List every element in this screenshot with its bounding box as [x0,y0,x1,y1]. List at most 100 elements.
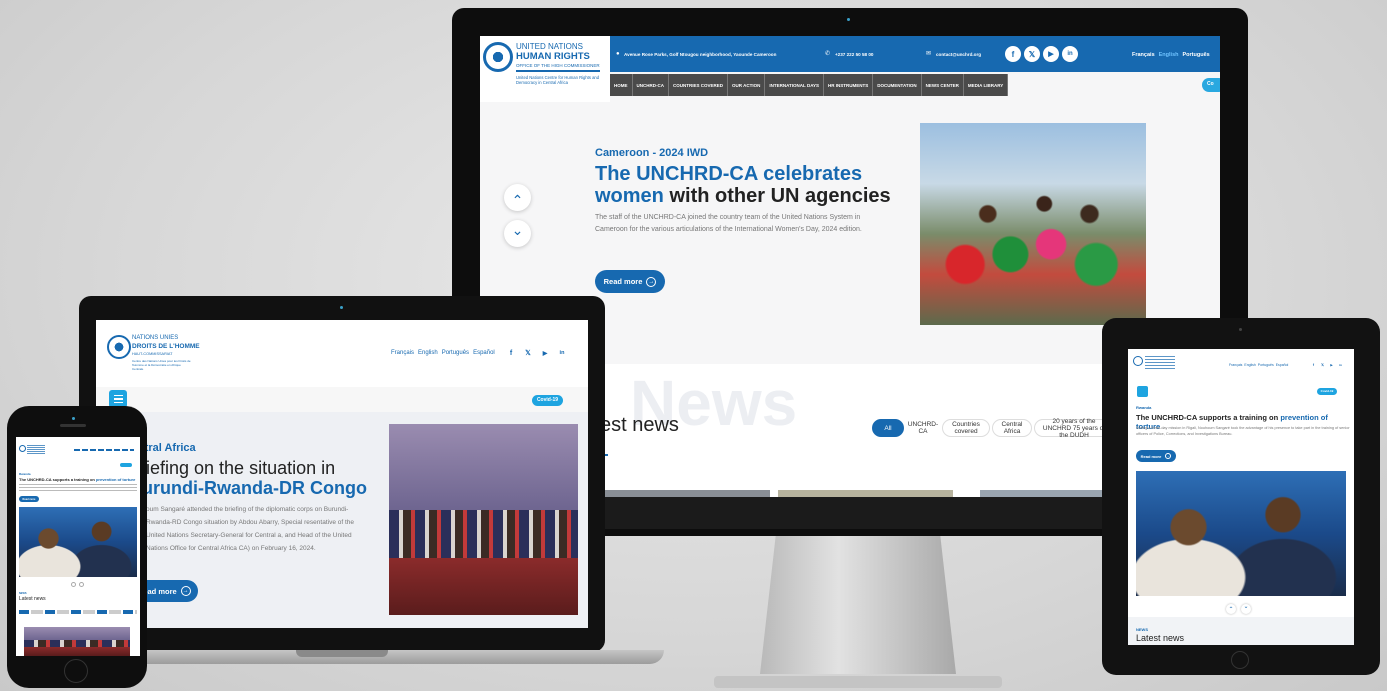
laptop-x-icon[interactable]: 𝕏 [521,346,535,360]
phone-hero-photo [19,507,137,577]
phone-covid-button[interactable] [120,463,132,467]
laptop-youtube-icon[interactable]: ▶ [538,346,552,360]
logo-block[interactable]: UNITED NATIONS HUMAN RIGHTS OFFICE OF TH… [480,36,610,102]
x-icon[interactable]: 𝕏 [1024,46,1040,62]
phone-read-more-button[interactable]: Read more [19,496,39,502]
tablet-linkedin-icon[interactable]: in [1337,361,1344,368]
laptop-arrow-circle-icon: → [180,586,191,596]
tablet-title-dark: The UNCHRD-CA supports a training on [1136,413,1279,422]
phone-home-button[interactable] [64,659,88,683]
lang-english[interactable]: English [1159,52,1179,58]
slider-up-button[interactable]: ⌃ [504,184,531,211]
hero-body: The staff of the UNCHRD-CA joined the co… [595,214,862,233]
laptop-logo-line1: NATIONS UNIES [132,335,179,341]
facebook-icon[interactable]: f [1005,46,1021,62]
filter-countries-covered[interactable]: Countries covered [942,419,990,437]
tablet-youtube-icon[interactable]: ▶ [1328,361,1335,368]
nav-news-center[interactable]: NEWS CENTER [921,74,964,96]
laptop-read-more-label: ead more [143,586,177,596]
slider-down-button[interactable]: ⌄ [504,220,531,247]
news-filters: All UNCHRD-CA Countries covered Central … [872,418,1114,439]
covid-button[interactable]: Co [1202,78,1220,92]
laptop-language-switcher: Français English Português Español [391,350,495,356]
laptop-lang-french[interactable]: Français [391,350,414,356]
tablet-up-button[interactable]: ⌃ [1226,604,1236,614]
nav-hr-instruments[interactable]: HR INSTRUMENTS [824,74,874,96]
hero-photo [920,123,1146,325]
tablet-x-icon[interactable]: 𝕏 [1319,361,1326,368]
phone-kicker: Rwanda [19,472,31,476]
laptop-logo-line2: DROITS DE L'HOMME [132,343,200,350]
nav-media-library[interactable]: MEDIA LIBRARY [963,74,1009,96]
tablet-camera [1239,328,1242,331]
laptop-lang-spanish[interactable]: Español [473,350,495,356]
news-heading: est news [600,414,679,436]
laptop-menu-bar [96,387,588,412]
tablet-news-heading: Latest news [1136,633,1185,643]
logo-line1: UNITED NATIONS [516,42,583,51]
laptop-linkedin-icon[interactable]: in [555,346,569,360]
phone-body-text [19,484,137,491]
laptop-facebook-icon[interactable]: f [504,346,518,360]
linkedin-icon[interactable]: in [1062,46,1078,62]
un-emblem-icon [483,42,513,72]
lang-french[interactable]: Français [1132,52,1155,58]
laptop-hero-photo [389,424,578,615]
tablet-home-button[interactable] [1231,651,1249,669]
address-icon: ● [616,51,620,57]
phone-news-filters[interactable] [19,610,137,614]
tablet-kicker: Rwanda [1136,405,1152,410]
tablet-hero-photo [1136,471,1346,596]
phone-up-button[interactable] [71,582,76,587]
laptop-lang-english[interactable]: English [418,350,438,356]
nav-unchrd-ca[interactable]: UNCHRD-CA [632,74,669,96]
hero-read-more-label: Read more [603,277,643,286]
tablet-read-more-button[interactable]: Read more → [1136,450,1176,462]
tablet-screen: Français English Português Español f 𝕏 ▶… [1128,349,1354,645]
tablet-arrow-circle-icon: → [1165,453,1172,459]
phone-text: +237 222 50 58 00 [835,52,874,57]
laptop-camera [340,306,343,309]
phone-logo-block [27,445,45,454]
nav-home[interactable]: HOME [610,74,633,96]
phone-title-dark: The UNCHRD-CA supports a training on [19,477,95,482]
lang-portuguese[interactable]: Português [1183,52,1210,58]
tablet-logo-block [1145,356,1175,370]
tablet-down-button[interactable]: ⌄ [1241,604,1251,614]
nav-international-days[interactable]: INTERNATIONAL DAYS [765,74,825,96]
laptop-covid-button[interactable]: Covid-19 [532,395,563,406]
hero-read-more-button[interactable]: Read more → [595,270,665,293]
tablet-news-kicker: NEWS [1136,627,1148,632]
filter-all[interactable]: All [872,419,904,437]
tablet-hamburger-icon[interactable] [1137,386,1148,397]
monitor-stand-neck [760,536,956,674]
phone-title-blue: prevention of torture [95,477,136,482]
phone-news-kicker: NEWS [19,592,27,595]
nav-our-action[interactable]: OUR ACTION [728,74,766,96]
tablet-read-more-label: Read more [1140,453,1162,459]
chevron-up-icon: ⌃ [511,191,524,208]
news-card-2[interactable] [778,490,953,497]
filter-unchrd-ca[interactable]: UNCHRD-CA [906,419,940,437]
tablet-covid-button[interactable]: Covid-19 [1317,388,1337,395]
tablet-languages[interactable]: Français English Português Español [1229,363,1288,367]
tablet-facebook-icon[interactable]: f [1310,361,1317,368]
main-nav: HOME UNCHRD-CA COUNTRIES COVERED OUR ACT… [610,74,1009,96]
phone-news-card-photo[interactable] [24,627,130,656]
nav-countries-covered[interactable]: COUNTRIES COVERED [669,74,729,96]
phone-news-heading: Latest news [19,596,46,602]
laptop-lang-portuguese[interactable]: Português [442,350,469,356]
language-switcher: Français English Português [1132,52,1210,58]
phone-down-button[interactable] [79,582,84,587]
logo-sub: United Nations Centre for Human Rights a… [516,75,600,85]
youtube-icon[interactable]: ▶ [1043,46,1059,62]
email-text[interactable]: contact@unchrd.org [936,52,981,57]
filter-central-africa[interactable]: Central Africa [992,419,1032,437]
logo-line2: HUMAN RIGHTS [516,51,590,62]
phone-header-links[interactable] [74,449,134,451]
monitor-camera [847,18,850,21]
nav-documentation[interactable]: DOCUMENTATION [873,74,922,96]
chevron-down-icon: ⌄ [511,222,524,238]
news-card-1[interactable] [600,490,770,497]
email-icon: ✉ [926,51,932,57]
